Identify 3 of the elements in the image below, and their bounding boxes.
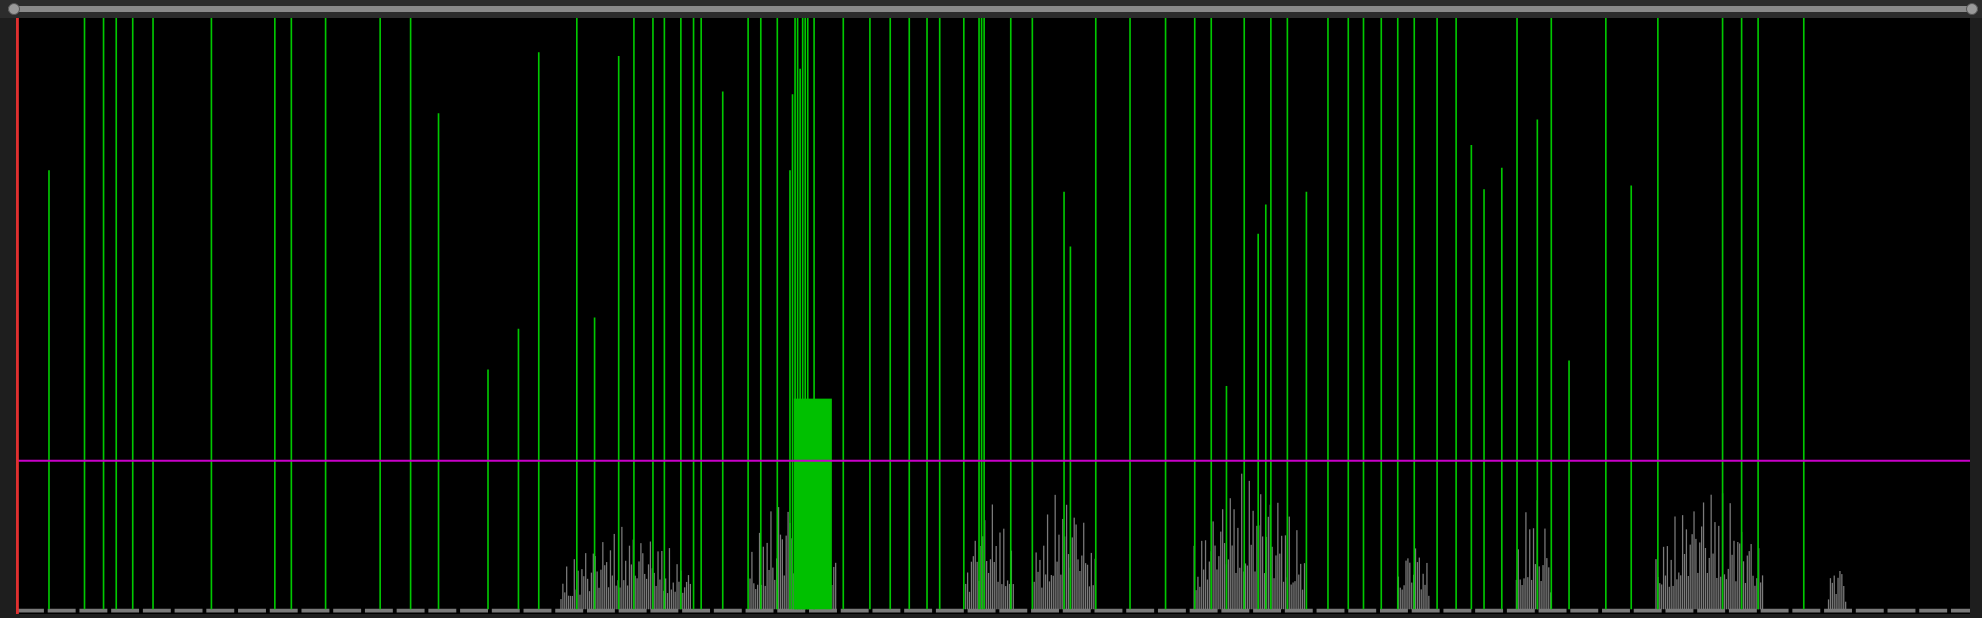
scrollbar[interactable] xyxy=(8,5,1978,12)
scroll-handle[interactable] xyxy=(8,2,20,15)
scroll-handle[interactable] xyxy=(1966,2,1978,15)
